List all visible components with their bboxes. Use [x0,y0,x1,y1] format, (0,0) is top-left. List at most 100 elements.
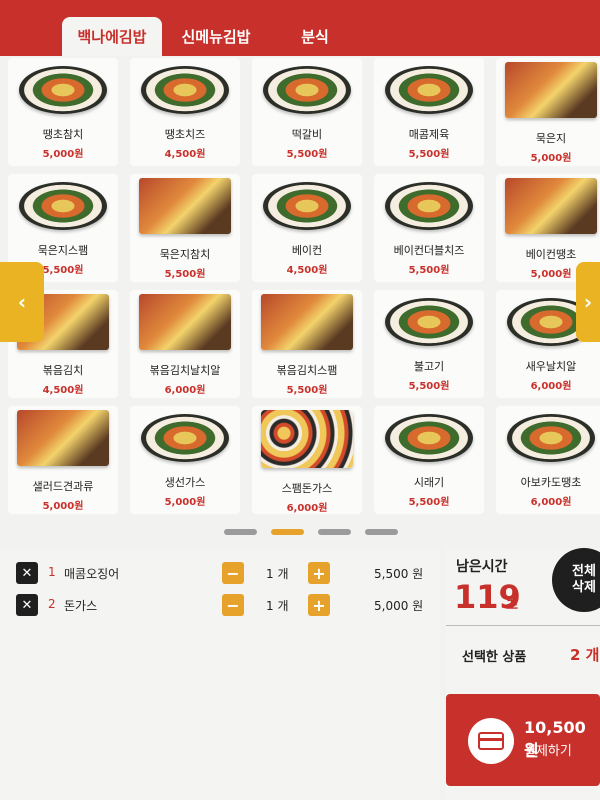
menu-item-price: 5,000원 [530,269,572,280]
prev-page-arrow[interactable]: ‹ [0,262,44,342]
menu-item-price: 5,000원 [42,501,84,512]
order-summary: 남은시간 119 초 전체 삭제 선택한 상품 2 개 10,500 원 결제하… [446,548,600,800]
menu-item-price: 4,500원 [42,385,84,396]
order-qty: 1 개 [266,567,289,581]
menu-item-price: 5,500원 [164,269,206,280]
menu-item-price: 6,000원 [530,381,572,392]
food-image [385,66,473,114]
menu-item-name: 샐러드견과류 [32,480,94,493]
menu-item-name: 묵은지스팸 [37,244,89,257]
food-image [385,298,473,346]
menu-item-price: 4,500원 [286,265,328,276]
menu-item-name: 스팸돈가스 [281,482,333,495]
clear-all-label-1: 전체 [572,564,596,580]
menu-item-card[interactable]: 매콤제육 5,500원 [374,58,484,166]
menu-item-price: 6,000원 [164,385,206,396]
menu-item-price: 5,500원 [408,497,450,508]
order-item-name: 돈가스 [64,599,98,613]
order-row: ✕ 2 돈가스 − 1 개 + 5,000 원 [16,594,426,616]
increase-qty-button[interactable]: + [308,562,330,584]
menu-item-card[interactable]: 아보카도땡초 6,000원 [496,406,600,514]
food-image [141,414,229,462]
menu-item-price: 5,500원 [408,265,450,276]
page-dot-3[interactable] [318,529,351,535]
menu-item-card[interactable]: 떡갈비 5,500원 [252,58,362,166]
category-tabs: 백나에김밥 신메뉴김밥 분식 [62,17,360,56]
order-item-name: 매콤오징어 [64,567,120,581]
menu-item-name: 땡초치즈 [164,128,206,141]
tab-new-menu-gimbap[interactable]: 신메뉴김밥 [162,17,270,56]
clear-all-label-2: 삭제 [572,580,596,595]
credit-card-icon [468,718,514,764]
menu-item-name: 땡초참치 [42,128,84,141]
divider [446,625,600,626]
remaining-time-unit: 초 [506,598,518,613]
menu-item-name: 베이컨 [291,244,323,257]
next-page-arrow[interactable]: › [576,262,600,342]
menu-item-card[interactable]: 베이컨더블치즈 5,500원 [374,174,484,282]
tab-baekna-gimbap[interactable]: 백나에김밥 [62,17,162,56]
increase-qty-button[interactable]: + [308,594,330,616]
order-list: ✕ 1 매콤오징어 − 1 개 + 5,500 원 ✕ 2 돈가스 − 1 개 … [0,548,440,800]
menu-item-name: 볶음김치날치알 [149,364,221,377]
remaining-time-label: 남은시간 [456,559,508,575]
menu-item-card[interactable]: 볶음김치날치알 6,000원 [130,290,240,398]
menu-item-name: 시래기 [413,476,445,489]
menu-item-price: 4,500원 [164,149,206,160]
food-image [261,410,353,468]
menu-item-name: 묵은지 [535,132,567,145]
menu-item-name: 불고기 [413,360,445,373]
menu-item-price: 5,500원 [408,149,450,160]
clear-all-button[interactable]: 전체 삭제 [552,548,600,612]
menu-item-card[interactable]: 불고기 5,500원 [374,290,484,398]
page-indicator [224,529,398,535]
food-image [139,178,231,234]
menu-item-name: 아보카도땡초 [520,476,582,489]
menu-item-name: 새우날치알 [525,360,577,373]
menu-grid: 땡초참치 5,000원 땡초치즈 4,500원 떡갈비 5,500원 매콤제육 5,500원 묵… [8,58,600,514]
food-image [139,294,231,350]
decrease-qty-button[interactable]: − [222,562,244,584]
pay-button[interactable]: 10,500 원 결제하기 [446,694,600,786]
menu-item-card[interactable]: 샐러드견과류 5,000원 [8,406,118,514]
food-image [505,62,597,118]
menu-item-card[interactable]: 생선가스 5,000원 [130,406,240,514]
menu-item-card[interactable]: 볶음김치스팸 5,500원 [252,290,362,398]
food-image [261,294,353,350]
food-image [19,66,107,114]
menu-item-name: 묵은지참치 [159,248,211,261]
food-image [507,414,595,462]
order-index: 1 [48,565,56,579]
page-dot-4[interactable] [365,529,398,535]
order-price: 5,500 원 [374,567,424,581]
food-image [17,410,109,466]
menu-item-card[interactable]: 묵은지 5,000원 [496,58,600,166]
menu-item-name: 베이컨땡초 [525,248,577,261]
menu-item-card[interactable]: 땡초치즈 4,500원 [130,58,240,166]
tab-bunsik[interactable]: 분식 [270,17,360,56]
menu-item-price: 6,000원 [286,503,328,514]
menu-item-card[interactable]: 스팸돈가스 6,000원 [252,406,362,514]
menu-item-price: 5,000원 [42,149,84,160]
page-dot-2[interactable] [271,529,304,535]
menu-item-card[interactable]: 시래기 5,500원 [374,406,484,514]
menu-item-card[interactable]: 베이컨 4,500원 [252,174,362,282]
order-index: 2 [48,597,56,611]
food-image [505,178,597,234]
menu-item-price: 5,000원 [164,497,206,508]
order-qty: 1 개 [266,599,289,613]
food-image [385,414,473,462]
decrease-qty-button[interactable]: − [222,594,244,616]
page-dot-1[interactable] [224,529,257,535]
menu-item-name: 베이컨더블치즈 [393,244,465,257]
food-image [141,66,229,114]
food-image [263,182,351,230]
remove-item-button[interactable]: ✕ [16,594,38,616]
order-price: 5,000 원 [374,599,424,613]
menu-item-name: 볶음김치 [42,364,84,377]
menu-item-price: 5,000원 [530,153,572,164]
food-image [19,182,107,230]
menu-item-card[interactable]: 묵은지참치 5,500원 [130,174,240,282]
menu-item-card[interactable]: 땡초참치 5,000원 [8,58,118,166]
remove-item-button[interactable]: ✕ [16,562,38,584]
